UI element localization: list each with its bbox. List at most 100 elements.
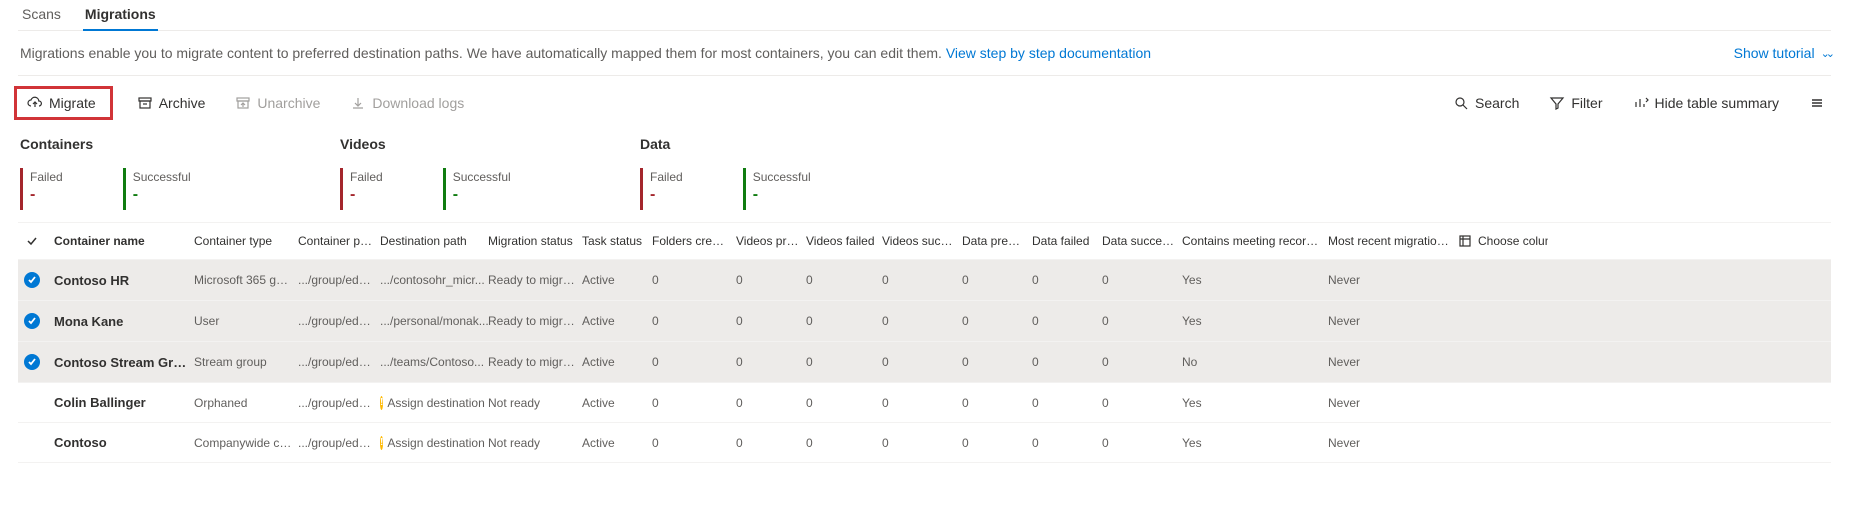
show-tutorial-button[interactable]: Show tutorial ⌄⌄ (1734, 45, 1831, 61)
table-row[interactable]: Colin BallingerOrphaned.../group/ed53...… (18, 383, 1831, 423)
th-videos-succ[interactable]: Videos succ... (882, 234, 962, 248)
table-settings-icon (1458, 234, 1472, 248)
cell-videos-prev: 0 (736, 436, 806, 450)
migrations-table: Container name Container type Container … (18, 222, 1831, 463)
cell-task-status: Active (582, 314, 652, 328)
filter-button[interactable]: Filter (1543, 91, 1608, 115)
cell-folders-created: 0 (652, 273, 736, 287)
th-videos-prev[interactable]: Videos prev... (736, 234, 806, 248)
cell-data-succ: 0 (1102, 355, 1182, 369)
archive-label: Archive (159, 95, 206, 111)
destination-text: Assign destination (387, 396, 484, 410)
stat-label: Successful (133, 170, 191, 184)
cell-destination-path: .../personal/monak... (380, 314, 488, 328)
choose-columns-button[interactable]: Choose columns (1458, 234, 1548, 248)
cell-videos-succ: 0 (882, 396, 962, 410)
cell-container-type: Stream group (194, 355, 298, 369)
migrate-button[interactable]: Migrate (21, 91, 102, 115)
stat-value: - (753, 186, 811, 204)
search-icon (1453, 95, 1469, 111)
data-failed-stat: Failed - (640, 170, 683, 204)
hamburger-icon (1809, 95, 1825, 111)
tab-migrations[interactable]: Migrations (83, 0, 158, 30)
cell-migration-status: Not ready (488, 436, 582, 450)
cell-task-status: Active (582, 273, 652, 287)
cell-destination-path[interactable]: !Assign destination (380, 436, 488, 450)
stat-label: Failed (650, 170, 683, 184)
more-menu-button[interactable] (1803, 91, 1831, 115)
unarchive-button[interactable]: Unarchive (229, 91, 326, 115)
archive-icon (137, 95, 153, 111)
show-tutorial-label: Show tutorial (1734, 45, 1815, 61)
cell-migration-status: Ready to migrate (488, 314, 582, 328)
tab-scans[interactable]: Scans (20, 0, 63, 30)
cell-task-status: Active (582, 436, 652, 450)
row-select[interactable] (18, 272, 54, 288)
cell-most-recent: Never (1328, 314, 1458, 328)
choose-columns-label: Choose columns (1478, 234, 1548, 248)
cell-folders-created: 0 (652, 314, 736, 328)
cell-destination-path[interactable]: ! Assign destination (380, 396, 488, 410)
videos-failed-stat: Failed - (340, 170, 383, 204)
cell-data-prev: 0 (962, 396, 1032, 410)
table-header-row: Container name Container type Container … (18, 223, 1831, 260)
cell-videos-failed: 0 (806, 314, 882, 328)
toolbar-right: Search Filter Hide table summary (1447, 91, 1831, 115)
cell-task-status: Active (582, 355, 652, 369)
th-container-type[interactable]: Container type (194, 234, 298, 248)
stat-label: Successful (753, 170, 811, 184)
stat-label: Failed (350, 170, 383, 184)
destination-text: .../personal/monak... (380, 314, 488, 328)
migrate-highlight: Migrate (14, 86, 113, 120)
chevron-double-down-icon: ⌄⌄ (1821, 47, 1831, 60)
th-container-name[interactable]: Container name (54, 234, 194, 248)
cell-folders-created: 0 (652, 355, 736, 369)
th-folders-created[interactable]: Folders created (652, 234, 736, 248)
search-button[interactable]: Search (1447, 91, 1525, 115)
migrate-label: Migrate (49, 95, 96, 111)
th-container-path[interactable]: Container path (298, 234, 380, 248)
search-label: Search (1475, 95, 1519, 111)
select-all-checkbox[interactable] (24, 233, 40, 249)
docs-link[interactable]: View step by step documentation (946, 45, 1151, 61)
archive-button[interactable]: Archive (131, 91, 212, 115)
toolbar: Migrate Archive Unarchive (18, 76, 1831, 130)
cell-contains-meeting: No (1182, 355, 1328, 369)
summary-containers: Containers Failed - Successful - (20, 136, 340, 204)
hide-summary-button[interactable]: Hide table summary (1627, 91, 1786, 115)
cell-data-failed: 0 (1032, 355, 1102, 369)
table-row[interactable]: Mona KaneUser.../group/ed53....../person… (18, 301, 1831, 342)
table-row[interactable]: ContosoCompanywide channel.../group/ed53… (18, 423, 1831, 463)
cell-migration-status: Ready to migrate (488, 273, 582, 287)
download-logs-label: Download logs (372, 95, 464, 111)
th-data-succ[interactable]: Data successful (1102, 234, 1182, 248)
warning-icon: ! (380, 396, 383, 410)
videos-success-stat: Successful - (443, 170, 511, 204)
th-task-status[interactable]: Task status (582, 234, 652, 248)
th-destination-path[interactable]: Destination path (380, 234, 488, 248)
table-row[interactable]: Contoso Stream GroupStream group.../grou… (18, 342, 1831, 383)
th-data-failed[interactable]: Data failed (1032, 234, 1102, 248)
table-row[interactable]: Contoso HRMicrosoft 365 group.../group/e… (18, 260, 1831, 301)
cell-videos-prev: 0 (736, 396, 806, 410)
th-videos-failed[interactable]: Videos failed (806, 234, 882, 248)
summary-videos-title: Videos (340, 136, 640, 152)
cell-container-type: Companywide channel (194, 436, 298, 450)
th-migration-status[interactable]: Migration status (488, 234, 582, 248)
row-select[interactable] (18, 313, 54, 329)
th-most-recent[interactable]: Most recent migration ↓ (1328, 234, 1458, 248)
cell-contains-meeting: Yes (1182, 273, 1328, 287)
download-logs-button[interactable]: Download logs (344, 91, 470, 115)
sort-down-icon: ↓ (1451, 237, 1456, 248)
th-contains-meeting[interactable]: Contains meeting recording (1182, 234, 1328, 248)
cell-container-name: Contoso (54, 435, 194, 450)
cell-container-type: Orphaned (194, 396, 298, 410)
cell-container-name: Contoso HR (54, 273, 194, 288)
cell-data-succ: 0 (1102, 273, 1182, 287)
table-body: Contoso HRMicrosoft 365 group.../group/e… (18, 260, 1831, 463)
cell-container-name: Contoso Stream Group (54, 355, 194, 370)
row-select[interactable] (18, 354, 54, 370)
checked-icon (24, 313, 40, 329)
th-data-prev[interactable]: Data previo... (962, 234, 1032, 248)
cell-data-succ: 0 (1102, 314, 1182, 328)
